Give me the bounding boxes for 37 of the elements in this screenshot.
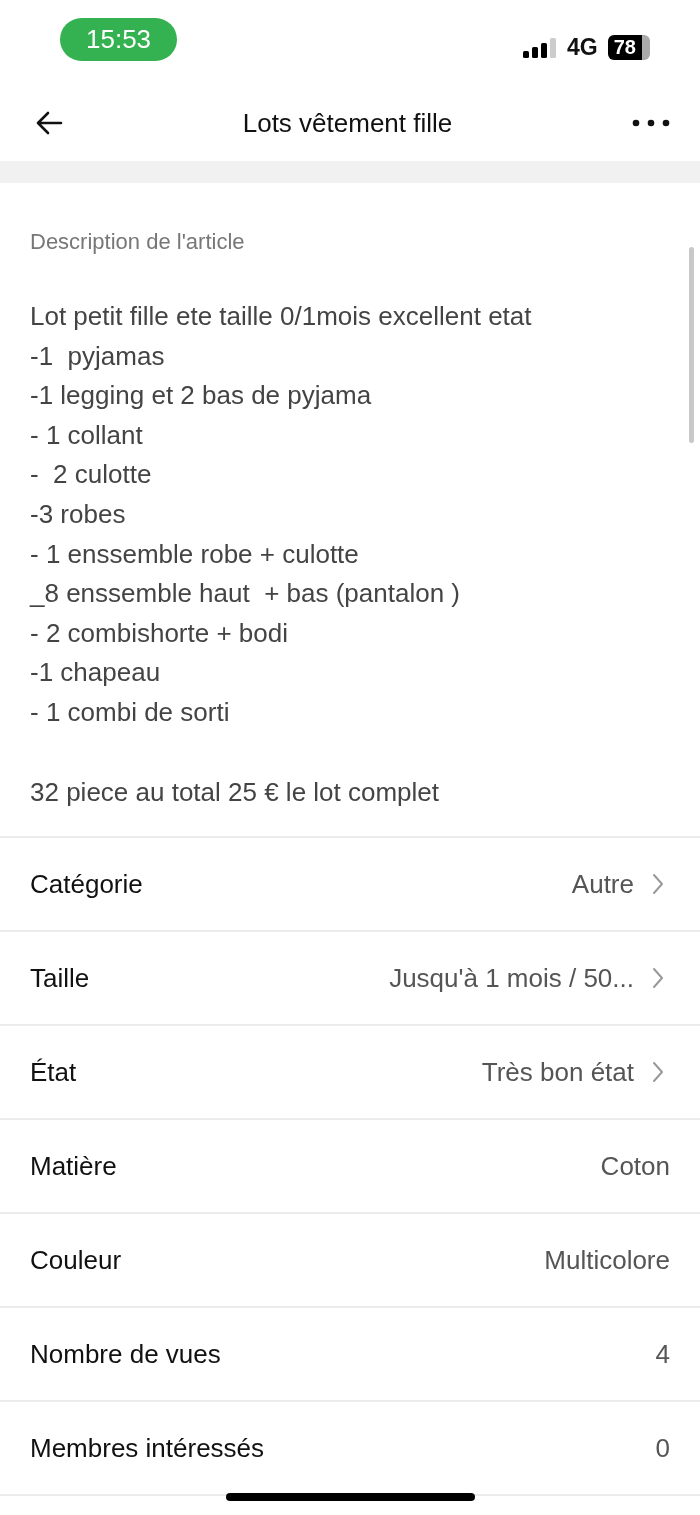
description-line: Lot petit fille ete taille 0/1mois excellent etat [30,300,532,333]
page-title: Lots vêtement fille [242,107,453,139]
description-total: 32 piece au total 25 € le lot complet [30,775,440,809]
description-line: - 2 culotte [30,458,152,492]
chevron-icon[interactable] [652,967,664,990]
detail-label: Nombre de vues [30,1338,222,1370]
more-icon[interactable] [632,119,670,127]
description-line: - 1 enssemble robe + culotte [30,537,359,571]
detail-value: Coton [600,1150,670,1182]
description-line: - 1 collant [30,418,143,452]
detail-value: 4 [655,1338,670,1370]
detail-label: État [30,1056,78,1088]
detail-label: Couleur [30,1244,123,1276]
description-line: - 1 combi de sorti [30,695,230,729]
detail-value: Jusqu'à 1 mois / 50... [389,962,634,994]
battery-level: 78 [607,35,650,60]
section-label: Description de l'article [30,229,245,255]
detail-value: Autre [571,868,634,900]
description-line: -1 chapeau [30,656,161,690]
signal-icon [523,37,558,58]
chevron-icon[interactable] [652,873,664,896]
back-icon[interactable] [35,111,63,135]
detail-label: Taille [30,962,91,994]
description-line: -1 legging et 2 bas de pyjama [30,379,372,413]
description-line: _8 enssemble haut + bas (pantalon ) [30,577,460,611]
network-label: 4G [567,34,598,61]
detail-value: Multicolore [544,1244,670,1276]
description-line: -1 pyjamas [30,339,165,373]
description-line: - 2 combishorte + bodi [30,616,288,650]
detail-value: 0 [655,1432,670,1464]
detail-label: Catégorie [30,868,144,900]
detail-label: Matière [30,1150,118,1182]
status-time: 15:53 [60,18,178,61]
detail-label: Membres intéressés [30,1432,266,1464]
description-line: -3 robes [30,497,126,531]
detail-value: Très bon état [481,1056,634,1088]
chevron-icon[interactable] [652,1061,664,1084]
